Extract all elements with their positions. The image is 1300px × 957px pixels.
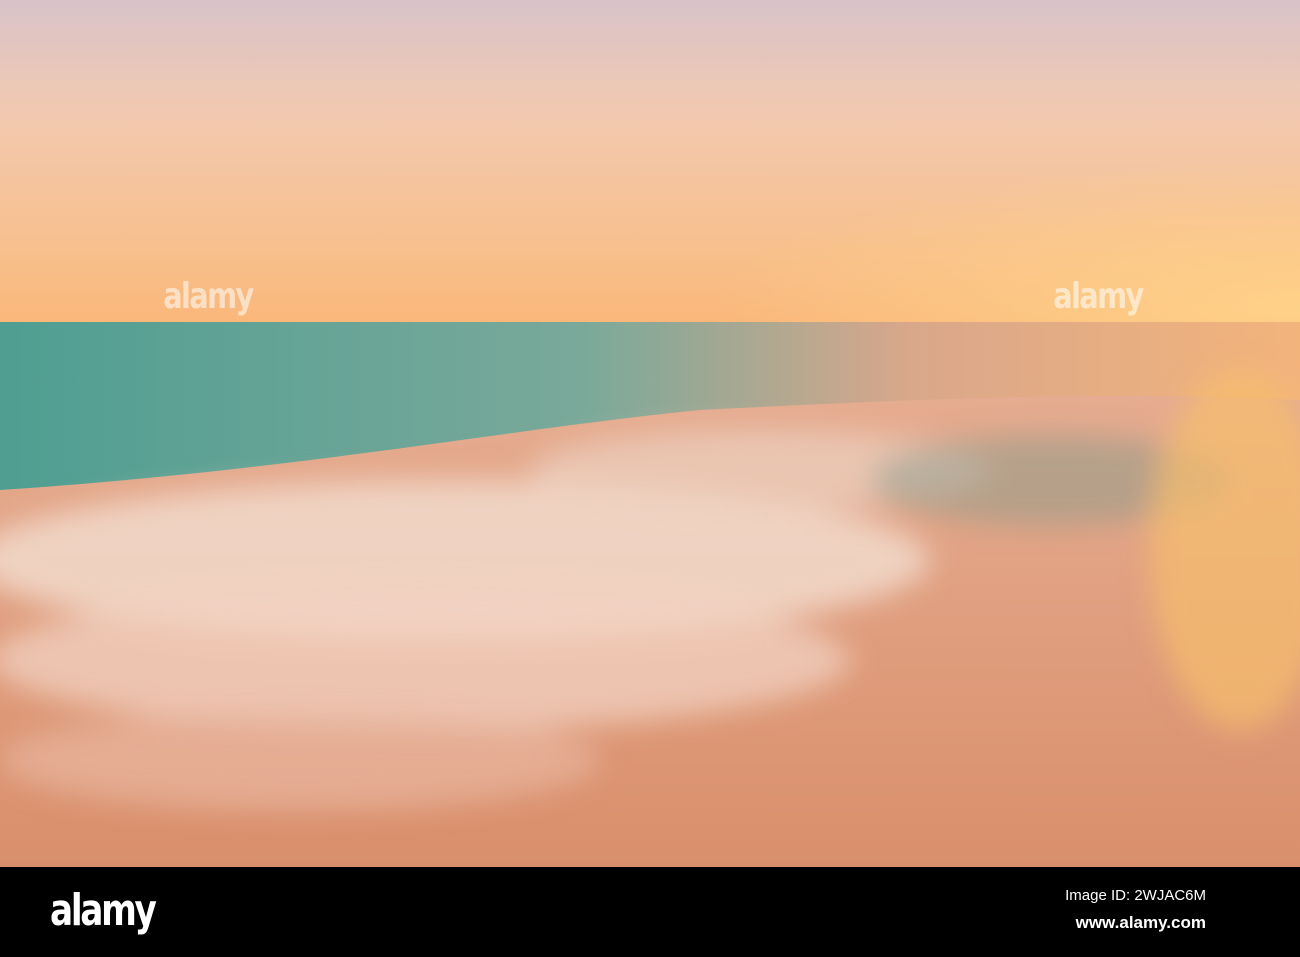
image-id: Image ID: 2WJAC6M xyxy=(1065,887,1206,904)
watermark-right: alamy xyxy=(1053,276,1144,317)
site-url: www.alamy.com xyxy=(1075,913,1206,932)
alamy-logo: alamy xyxy=(50,885,157,936)
watermark-left: alamy xyxy=(163,276,254,317)
footer-bar: alamy Image ID: 2WJAC6M www.alamy.com xyxy=(0,867,1300,957)
sunset-beach-wave-photo xyxy=(0,0,1300,867)
stock-photo-frame: alamy alamy alamy Image ID: 2WJAC6M www.… xyxy=(0,0,1300,957)
